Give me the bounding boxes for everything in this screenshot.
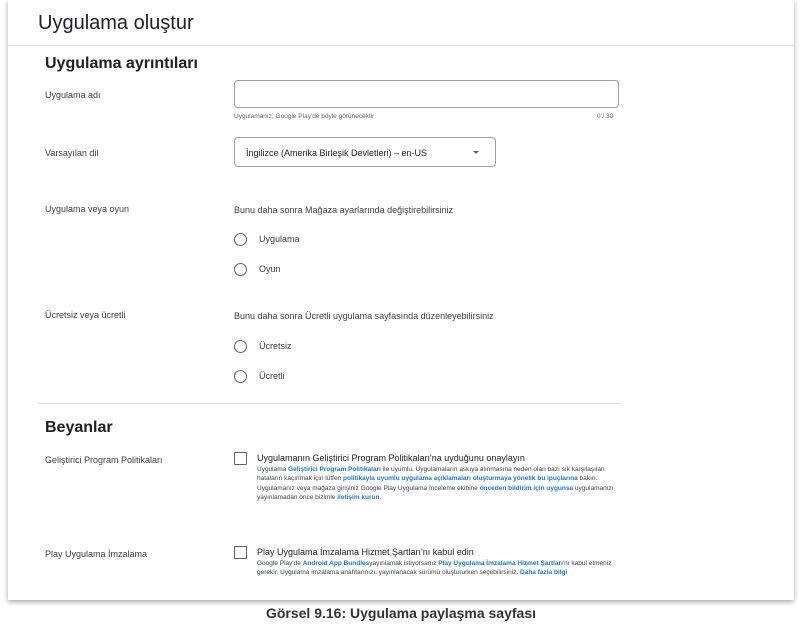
app-details-heading: Uygulama ayrıntıları [45,55,198,72]
play-signing-description: Google Play'de Android App Bundlesyayınl… [257,560,612,577]
policy-tips-link[interactable]: politikayla uyumlu uygulama açıklamaları… [343,475,578,482]
free-or-paid-hint: Bunu daha sonra Ücretli uygulama sayfası… [234,311,494,321]
radio-label: Uygulama [259,234,300,244]
radio-label: Ücretsiz [259,341,292,351]
signing-terms-link[interactable]: Play Uygulama İmzalama Hizmet Şartları [438,560,563,567]
app-name-helper: Uygulamanız, Google Play'de böyle görüne… [234,113,375,120]
default-language-value: İngilizce (Amerika Birleşik Devletleri) … [246,148,428,158]
developer-policies-link[interactable]: Geliştirici Program Politikaları [288,466,381,473]
chevron-down-icon [473,151,479,154]
app-or-game-label: Uygulama veya oyun [45,204,130,214]
default-language-label: Varsayılan dil [45,148,99,158]
figure-caption: Görsel 9.16: Uygulama paylaşma sayfası [265,605,537,621]
section-divider [38,403,620,404]
default-language-select[interactable]: İngilizce (Amerika Birleşik Devletleri) … [234,137,496,167]
advance-notice-link[interactable]: önceden bildirim için uygunsa [480,485,574,492]
developer-policies-description: Uygulama Geliştirici Program Politikalar… [257,466,614,501]
radio-label: Oyun [259,264,281,274]
radio-button[interactable] [234,263,247,276]
page-header: Uygulama oluştur [8,0,794,46]
developer-policies-title: Uygulamanın Geliştirici Program Politika… [257,453,525,463]
developer-policies-label: Geliştirici Program Politikaları [45,455,163,465]
play-signing-title: Play Uygulama İmzalama Hizmet Şartları'n… [257,547,474,557]
contact-link[interactable]: iletişim kurun [337,494,379,501]
create-app-screen: Uygulama oluştur Uygulama ayrıntıları Uy… [8,0,794,600]
learn-more-link[interactable]: Daha fazla bilgi [520,569,567,576]
app-name-input[interactable] [234,80,619,108]
app-or-game-hint: Bunu daha sonra Mağaza ayarlarında değiş… [234,205,454,215]
play-signing-label: Play Uygulama İmzalama [45,549,148,559]
radio-label: Ücretli [259,371,285,381]
app-name-counter: 0 / 30 [597,113,614,120]
radio-button[interactable] [234,233,247,246]
radio-button[interactable] [234,340,247,353]
app-name-label: Uygulama adı [45,90,101,100]
radio-button[interactable] [234,370,247,383]
declarations-heading: Beyanlar [45,419,113,436]
app-bundles-link[interactable]: Android App Bundles [303,560,370,567]
free-or-paid-label: Ücretsiz veya ücretli [45,310,126,320]
developer-policies-checkbox[interactable] [234,452,247,465]
play-signing-checkbox[interactable] [234,546,247,559]
page-title: Uygulama oluştur [38,12,194,34]
